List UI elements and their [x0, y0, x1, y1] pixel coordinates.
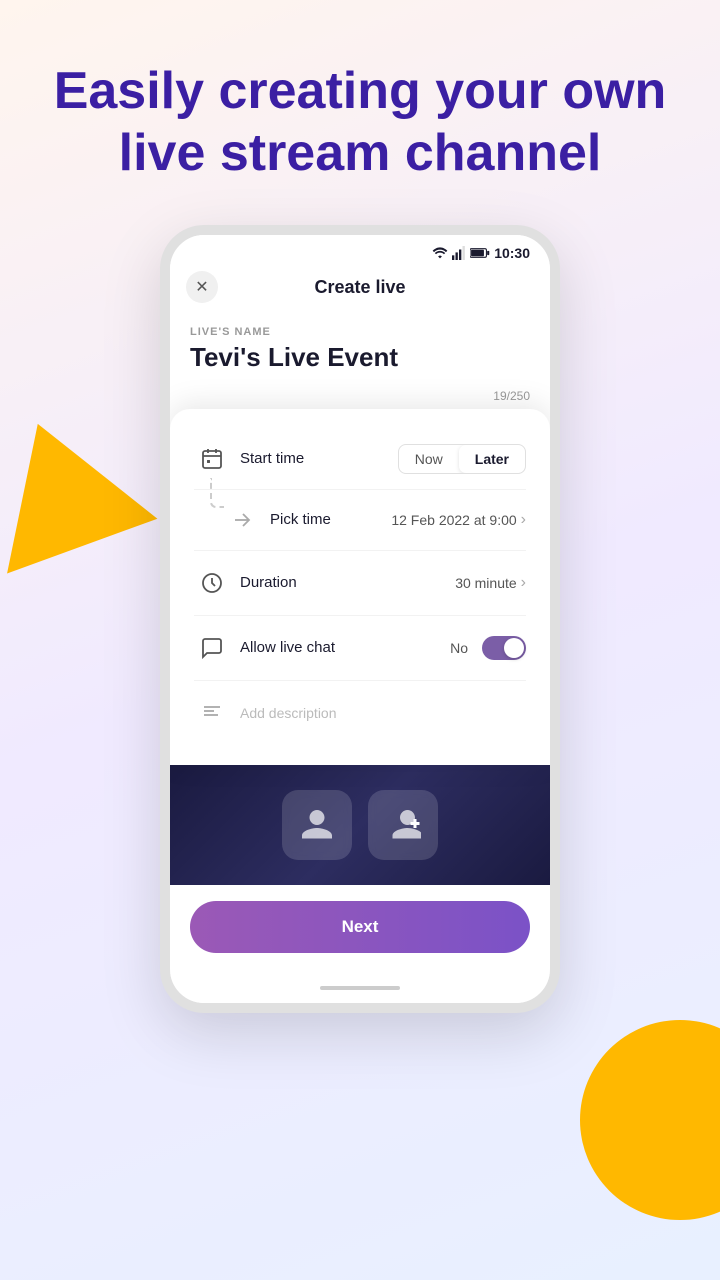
- duration-row[interactable]: Duration 30 minute ›: [194, 551, 526, 616]
- status-time: 10:30: [494, 245, 530, 261]
- live-chat-label: Allow live chat: [240, 639, 450, 656]
- start-time-label: Start time: [240, 450, 398, 467]
- close-button[interactable]: ✕: [186, 271, 218, 303]
- signal-icon: [452, 246, 466, 260]
- phone-mockup: 10:30 ✕ Create live LIVE'S NAME Tevi's L…: [0, 225, 720, 1013]
- pick-time-connector: [210, 478, 224, 508]
- start-time-later-button[interactable]: Later: [459, 445, 525, 473]
- popup-card: Start time Now Later Pick time 12 Feb: [170, 409, 550, 765]
- pick-time-label: Pick time: [270, 511, 391, 528]
- description-icon: [194, 695, 230, 731]
- description-placeholder: Add description: [240, 705, 526, 721]
- app-title: Create live: [314, 277, 405, 298]
- clock-icon: [194, 565, 230, 601]
- battery-icon: [470, 247, 490, 259]
- description-row[interactable]: Add description: [194, 681, 526, 745]
- duration-text: 30 minute: [455, 575, 516, 591]
- preview-icons: [282, 790, 438, 860]
- duration-chevron: ›: [521, 574, 526, 592]
- pick-time-text: 12 Feb 2022 at 9:00: [391, 512, 516, 528]
- preview-icon-box-1: [282, 790, 352, 860]
- arrow-icon: [224, 502, 260, 538]
- status-icons: 10:30: [432, 245, 530, 261]
- phone-frame: 10:30 ✕ Create live LIVE'S NAME Tevi's L…: [160, 225, 560, 1013]
- toggle-knob: [504, 638, 524, 658]
- hero-section: Easily creating your own live stream cha…: [0, 0, 720, 215]
- person-add-icon: [385, 807, 421, 843]
- phone-bottom-bar: [170, 973, 550, 1003]
- calendar-icon: [194, 441, 230, 477]
- next-button[interactable]: Next: [190, 901, 530, 953]
- wifi-icon: [432, 246, 448, 260]
- start-time-toggle-group: Now Later: [398, 444, 526, 474]
- field-label: LIVE'S NAME: [190, 326, 530, 338]
- pick-time-row[interactable]: Pick time 12 Feb 2022 at 9:00 ›: [194, 490, 526, 551]
- live-chat-value-group: No: [450, 636, 526, 660]
- start-time-row: Start time Now Later: [194, 429, 526, 490]
- preview-icon-box-2: [368, 790, 438, 860]
- start-time-now-button[interactable]: Now: [399, 445, 459, 473]
- status-bar: 10:30: [170, 235, 550, 265]
- form-area: LIVE'S NAME Tevi's Live Event 19/250: [170, 310, 550, 411]
- char-count: 19/250: [190, 385, 530, 411]
- chat-icon: [194, 630, 230, 666]
- home-indicator: [320, 986, 400, 990]
- duration-value: 30 minute ›: [455, 574, 526, 592]
- hero-title: Easily creating your own live stream cha…: [40, 60, 680, 185]
- pick-time-value: 12 Feb 2022 at 9:00 ›: [391, 511, 526, 529]
- decorative-circle: [580, 1020, 720, 1220]
- live-chat-no-text: No: [450, 640, 468, 656]
- duration-label: Duration: [240, 574, 455, 591]
- close-icon: ✕: [195, 277, 208, 297]
- person-icon: [299, 807, 335, 843]
- image-preview: [170, 765, 550, 885]
- live-name-value[interactable]: Tevi's Live Event: [190, 342, 530, 385]
- live-chat-row: Allow live chat No: [194, 616, 526, 681]
- live-chat-toggle[interactable]: [482, 636, 526, 660]
- app-header: ✕ Create live: [170, 265, 550, 310]
- pick-time-chevron: ›: [521, 511, 526, 529]
